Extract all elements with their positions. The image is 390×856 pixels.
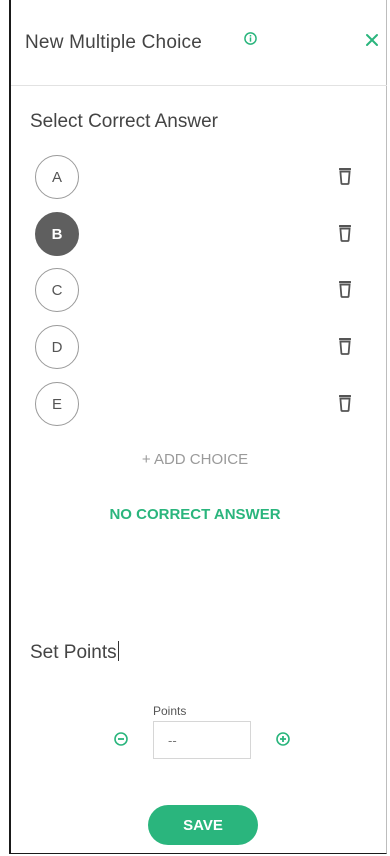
- plus-circle-icon[interactable]: [276, 732, 290, 746]
- choice-a-button[interactable]: A: [35, 155, 79, 199]
- choice-row-e: E: [35, 382, 365, 428]
- page-title: New Multiple Choice: [25, 32, 202, 53]
- minus-circle-icon[interactable]: [114, 732, 128, 746]
- trash-icon[interactable]: [338, 280, 352, 298]
- text-caret: [117, 641, 119, 661]
- choice-row-c: C: [35, 268, 365, 314]
- no-correct-answer-link[interactable]: NO CORRECT ANSWER: [0, 506, 390, 523]
- choice-row-b: B: [35, 212, 365, 258]
- trash-icon[interactable]: [338, 394, 352, 412]
- trash-icon[interactable]: [338, 224, 352, 242]
- close-icon[interactable]: [364, 32, 380, 48]
- save-button[interactable]: SAVE: [148, 805, 258, 845]
- choice-row-a: A: [35, 155, 365, 201]
- choice-d-button[interactable]: D: [35, 325, 79, 369]
- choice-e-button[interactable]: E: [35, 382, 79, 426]
- choice-c-button[interactable]: C: [35, 268, 79, 312]
- points-input[interactable]: [153, 721, 251, 759]
- add-choice-link[interactable]: + ADD CHOICE: [0, 451, 390, 468]
- trash-icon[interactable]: [338, 167, 352, 185]
- set-points-heading: Set Points: [30, 641, 119, 664]
- points-field-label: Points: [153, 704, 187, 718]
- set-points-heading-text: Set Points: [30, 642, 117, 663]
- info-icon[interactable]: [244, 32, 257, 45]
- trash-icon[interactable]: [338, 337, 352, 355]
- choice-row-d: D: [35, 325, 365, 371]
- choice-b-button[interactable]: B: [35, 212, 79, 256]
- panel-header: New Multiple Choice: [11, 0, 387, 86]
- select-correct-answer-heading: Select Correct Answer: [30, 111, 218, 132]
